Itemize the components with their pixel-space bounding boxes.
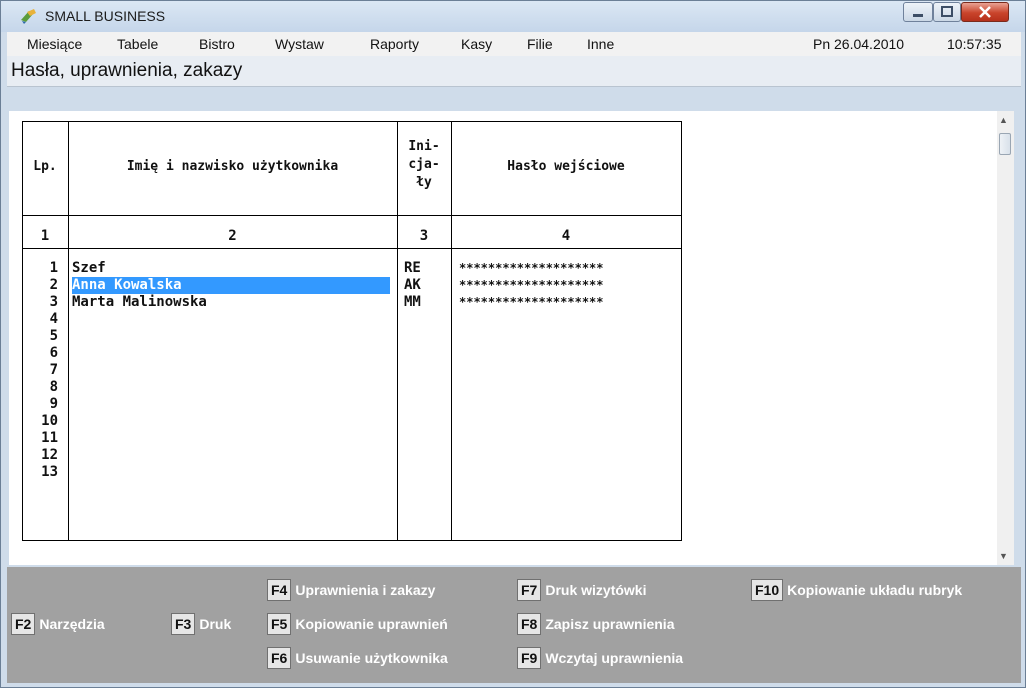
header-initials-1: Ini- — [408, 139, 440, 154]
menu-raporty[interactable]: Raporty — [370, 36, 419, 52]
window-title: SMALL BUSINESS — [45, 8, 166, 24]
f9-wczytaj-uprawnienia-button[interactable]: F9 Wczytaj uprawnienia — [517, 647, 683, 669]
initials-cell[interactable]: AK — [404, 277, 421, 294]
scroll-thumb[interactable] — [999, 133, 1011, 155]
app-window: SMALL BUSINESS Miesiące Tabele Bistro Wy… — [0, 0, 1026, 688]
menu-bar: Miesiące Tabele Bistro Wystaw Raporty Ka… — [7, 32, 1021, 56]
close-icon — [979, 6, 991, 18]
time-display: 10:57:35 — [947, 36, 1002, 52]
password-cell[interactable]: ******************** — [459, 260, 604, 277]
row-number: 10 — [41, 413, 58, 429]
row-number: 2 — [49, 277, 58, 293]
row-number: 13 — [41, 464, 58, 480]
minimize-icon — [913, 14, 923, 17]
menu-bistro[interactable]: Bistro — [199, 36, 235, 52]
row-number: 8 — [49, 379, 58, 395]
minimize-button[interactable] — [903, 2, 933, 22]
row-number: 7 — [49, 362, 58, 378]
row-number: 6 — [49, 345, 58, 361]
close-button[interactable] — [961, 2, 1009, 22]
header-initials-2: cja- — [408, 157, 440, 172]
row-number: 12 — [41, 447, 58, 463]
title-bar[interactable]: SMALL BUSINESS — [1, 1, 1025, 32]
maximize-icon — [941, 6, 953, 17]
f2-narzedzia-button[interactable]: F2 Narzędzia — [11, 613, 105, 635]
menu-wystaw[interactable]: Wystaw — [275, 36, 324, 52]
column-number: 1 — [40, 228, 50, 244]
f7-druk-wizytowki-button[interactable]: F7 Druk wizytówki — [517, 579, 646, 601]
row-number: 5 — [49, 328, 58, 344]
f8-zapisz-uprawnienia-button[interactable]: F8 Zapisz uprawnienia — [517, 613, 674, 635]
user-name-cell-selected[interactable]: Anna Kowalska — [72, 277, 390, 294]
menu-miesiace[interactable]: Miesiące — [27, 36, 82, 52]
row-number: 1 — [49, 260, 58, 276]
menu-filie[interactable]: Filie — [527, 36, 553, 52]
row-number: 11 — [41, 430, 58, 446]
password-cell[interactable]: ******************** — [459, 294, 604, 311]
app-icon — [21, 9, 36, 24]
f10-kopiowanie-ukladu-button[interactable]: F10 Kopiowanie układu rubryk — [751, 579, 962, 601]
maximize-button[interactable] — [933, 2, 961, 22]
user-name-cell[interactable]: Szef — [72, 260, 390, 277]
column-number: 3 — [419, 228, 429, 244]
header-password: Hasło wejściowe — [507, 159, 625, 174]
f6-usuwanie-uzytkownika-button[interactable]: F6 Usuwanie użytkownika — [267, 647, 448, 669]
initials-cell[interactable]: RE — [404, 260, 421, 277]
password-cell[interactable]: ******************** — [459, 277, 604, 294]
date-display: Pn 26.04.2010 — [813, 36, 905, 52]
column-number: 2 — [228, 228, 237, 244]
column-number: 4 — [561, 228, 571, 244]
heading-bar: Hasła, uprawnienia, zakazy — [7, 56, 1021, 87]
menu-kasy[interactable]: Kasy — [461, 36, 492, 52]
row-number: 3 — [49, 294, 58, 310]
scroll-up-icon[interactable]: ▲ — [999, 115, 1008, 125]
header-initials-3: ły — [416, 175, 432, 190]
user-name-cell[interactable]: Marta Malinowska — [72, 294, 390, 311]
vertical-scrollbar[interactable]: ▲ ▼ — [997, 111, 1014, 565]
f4-uprawnienia-button[interactable]: F4 Uprawnienia i zakazy — [267, 579, 435, 601]
menu-tabele[interactable]: Tabele — [117, 36, 158, 52]
page-title: Hasła, uprawnienia, zakazy — [11, 60, 243, 81]
header-name: Imię i nazwisko użytkownika — [126, 159, 339, 174]
users-table: Lp. Imię i nazwisko użytkownika Ini- cja… — [22, 121, 682, 541]
row-number: 4 — [49, 311, 58, 327]
initials-cell[interactable]: MM — [404, 294, 421, 311]
function-key-bar: F2 Narzędzia F3 Druk F4 Uprawnienia i zakaz… — [7, 567, 1021, 683]
header-lp: Lp. — [33, 159, 57, 174]
scroll-down-icon[interactable]: ▼ — [999, 551, 1008, 561]
menu-inne[interactable]: Inne — [587, 36, 614, 52]
f3-druk-button[interactable]: F3 Druk — [171, 613, 231, 635]
row-number: 9 — [49, 396, 58, 412]
f5-kopiowanie-uprawnien-button[interactable]: F5 Kopiowanie uprawnień — [267, 613, 448, 635]
content-area: Lp. Imię i nazwisko użytkownika Ini- cja… — [9, 111, 1014, 565]
